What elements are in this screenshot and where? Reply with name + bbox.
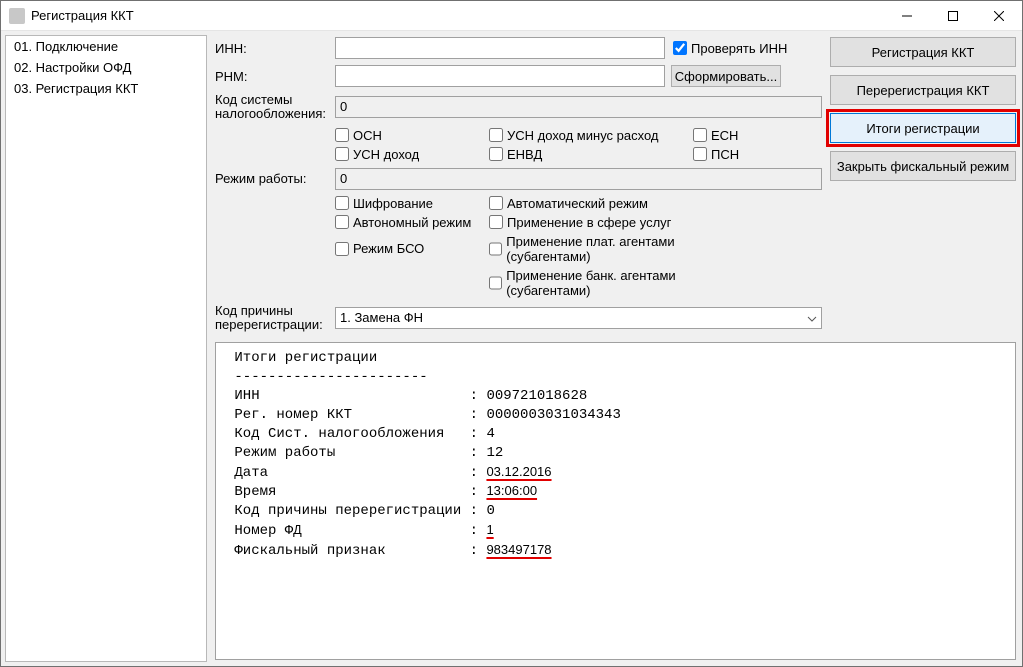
- main-panel: ИНН: Проверять ИНН РНМ: Сформировать...: [207, 31, 1022, 666]
- app-icon: [9, 8, 25, 24]
- registration-log[interactable]: Итоги регистрации ----------------------…: [215, 342, 1016, 660]
- chk-encrypt[interactable]: Шифрование: [335, 196, 485, 211]
- chk-bso[interactable]: Режим БСО: [335, 234, 485, 264]
- step-sidebar: 01. Подключение 02. Настройки ОФД 03. Ре…: [5, 35, 207, 662]
- close-button[interactable]: [976, 1, 1022, 31]
- check-inn-label: Проверять ИНН: [691, 41, 787, 56]
- minimize-button[interactable]: [884, 1, 930, 31]
- tax-options: ОСН УСН доход минус расход ЕСН УСН доход…: [335, 128, 822, 162]
- inn-input[interactable]: [335, 37, 665, 59]
- chk-usn-dmr[interactable]: УСН доход минус расход: [489, 128, 689, 143]
- action-buttons: Регистрация ККТ Перерегистрация ККТ Итог…: [830, 37, 1016, 338]
- sidebar-item-ofd-settings[interactable]: 02. Настройки ОФД: [6, 57, 206, 78]
- tax-code-label: Код системы налогообложения:: [215, 93, 335, 122]
- check-inn-box[interactable]: [673, 41, 687, 55]
- chk-envd[interactable]: ЕНВД: [489, 147, 689, 162]
- chk-esn[interactable]: ЕСН: [693, 128, 813, 143]
- chk-osn[interactable]: ОСН: [335, 128, 485, 143]
- window-controls: [884, 1, 1022, 31]
- mode-value: 0: [335, 168, 822, 190]
- chk-usn-d[interactable]: УСН доход: [335, 147, 485, 162]
- inn-label: ИНН:: [215, 41, 335, 56]
- mode-options: Шифрование Автоматический режим Автономн…: [335, 196, 822, 298]
- sidebar-item-registration[interactable]: 03. Регистрация ККТ: [6, 78, 206, 99]
- chk-psn[interactable]: ПСН: [693, 147, 813, 162]
- chk-auto[interactable]: Автоматический режим: [489, 196, 749, 211]
- chk-services[interactable]: Применение в сфере услуг: [489, 215, 749, 230]
- rereg-reason-value: 1. Замена ФН: [340, 310, 423, 325]
- title-bar: Регистрация ККТ: [1, 1, 1022, 31]
- check-inn-checkbox[interactable]: Проверять ИНН: [673, 41, 787, 56]
- rereg-reason-label: Код причины перерегистрации:: [215, 304, 335, 333]
- window-title: Регистрация ККТ: [31, 8, 884, 23]
- tax-code-value: 0: [335, 96, 822, 118]
- chk-autonomous[interactable]: Автономный режим: [335, 215, 485, 230]
- sidebar-item-connection[interactable]: 01. Подключение: [6, 36, 206, 57]
- app-window: Регистрация ККТ 01. Подключение 02. Наст…: [0, 0, 1023, 667]
- generate-button[interactable]: Сформировать...: [671, 65, 781, 87]
- content-area: 01. Подключение 02. Настройки ОФД 03. Ре…: [1, 31, 1022, 666]
- totals-button[interactable]: Итоги регистрации: [830, 113, 1016, 143]
- chk-bank-agents[interactable]: Применение банк. агентами (субагентами): [489, 268, 749, 298]
- mode-label: Режим работы:: [215, 171, 335, 186]
- register-button[interactable]: Регистрация ККТ: [830, 37, 1016, 67]
- close-fiscal-button[interactable]: Закрыть фискальный режим: [830, 151, 1016, 181]
- rnm-input[interactable]: [335, 65, 665, 87]
- rnm-label: РНМ:: [215, 69, 335, 84]
- reregister-button[interactable]: Перерегистрация ККТ: [830, 75, 1016, 105]
- maximize-button[interactable]: [930, 1, 976, 31]
- chevron-down-icon: [807, 312, 817, 327]
- chk-pay-agents[interactable]: Применение плат. агентами (субагентами): [489, 234, 749, 264]
- rereg-reason-combo[interactable]: 1. Замена ФН: [335, 307, 822, 329]
